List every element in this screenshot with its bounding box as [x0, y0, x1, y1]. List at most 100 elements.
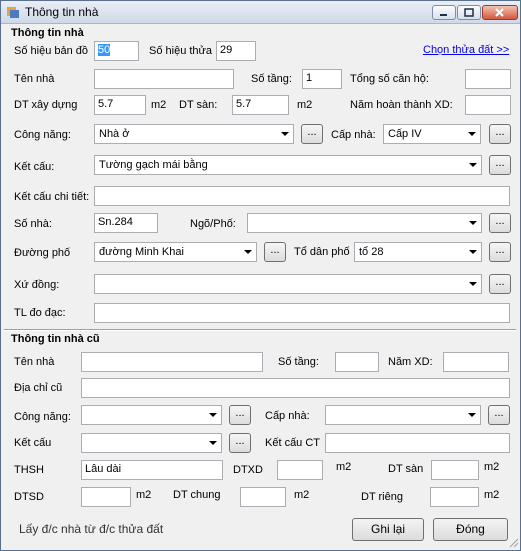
app-icon	[7, 7, 19, 18]
alley-select[interactable]	[247, 213, 482, 233]
survey-label: TL đo đạc:	[14, 307, 66, 319]
built-area-input[interactable]: 5.7	[94, 95, 146, 115]
old-grade-label: Cấp nhà:	[265, 410, 310, 422]
dtxd-label: DTXD	[233, 464, 263, 476]
dt-rieng-unit: m2	[484, 489, 500, 501]
chevron-down-icon	[240, 243, 256, 261]
chevron-down-icon	[465, 243, 481, 261]
close-button[interactable]: Đóng	[433, 518, 508, 541]
old-address-label: Địa chỉ cũ	[14, 382, 63, 394]
parcel-label: Số hiệu thửa	[149, 45, 213, 57]
close-icon	[495, 8, 504, 17]
chevron-down-icon	[464, 125, 480, 143]
maximize-button[interactable]	[457, 5, 481, 20]
ward-select[interactable]	[94, 274, 482, 294]
save-button[interactable]: Ghi lại	[352, 518, 424, 541]
alley-browse-button[interactable]: ...	[489, 213, 511, 233]
choose-parcel-link[interactable]: Chọn thửa đất >>	[423, 44, 509, 56]
residential-group-label: Tổ dân phố	[294, 246, 350, 258]
street-select[interactable]: đường Minh Khai	[94, 242, 257, 262]
ward-label: Xứ đồng:	[14, 279, 60, 291]
apartments-label: Tổng số căn hộ:	[350, 73, 429, 85]
old-address-input[interactable]	[81, 378, 510, 398]
floor-area-label: DT sàn:	[179, 99, 218, 111]
survey-input[interactable]	[94, 303, 510, 323]
floors-input[interactable]: 1	[302, 69, 342, 89]
dt-san-input[interactable]	[431, 460, 479, 480]
dtsd-unit: m2	[136, 489, 152, 501]
old-house-info-heading: Thông tin nhà cũ	[11, 333, 100, 345]
close-window-button[interactable]	[482, 5, 518, 20]
thsh-label: THSH	[14, 464, 44, 476]
title-bar[interactable]: Thông tin nhà	[1, 1, 520, 24]
structure-label: Kết cấu:	[14, 161, 55, 173]
floor-area-unit: m2	[297, 99, 313, 111]
chevron-down-icon	[205, 406, 221, 424]
old-structure-select[interactable]	[81, 433, 222, 453]
residential-group-browse-button[interactable]: ...	[489, 242, 511, 262]
street-label: Đường phố	[14, 247, 71, 259]
dt-rieng-input[interactable]	[430, 487, 479, 507]
old-structure-label: Kết cấu	[14, 437, 52, 449]
old-floors-label: Số tầng:	[278, 356, 319, 368]
dt-chung-input[interactable]	[240, 487, 286, 507]
floor-area-input[interactable]: 5.7	[232, 95, 289, 115]
old-grade-select[interactable]	[325, 405, 481, 425]
old-year-label: Năm XD:	[388, 356, 433, 368]
resize-grip-icon[interactable]	[507, 536, 519, 548]
dtxd-input[interactable]	[277, 460, 323, 480]
structure-detail-input[interactable]	[94, 186, 510, 206]
old-house-name-input[interactable]	[81, 352, 263, 372]
alley-label: Ngõ/Phố:	[190, 218, 236, 230]
chevron-down-icon	[465, 214, 481, 232]
old-floors-input[interactable]	[335, 352, 379, 372]
dtxd-unit: m2	[336, 461, 352, 473]
chevron-down-icon	[465, 275, 481, 293]
status-text: Lấy đ/c nhà từ đ/c thửa đất	[19, 522, 164, 536]
structure-browse-button[interactable]: ...	[489, 155, 511, 175]
dtsd-label: DTSD	[14, 491, 44, 503]
ward-browse-button[interactable]: ...	[489, 274, 511, 294]
function-browse-button[interactable]: ...	[301, 124, 323, 144]
structure-detail-label: Kết cấu chi tiết:	[14, 191, 90, 203]
old-grade-browse-button[interactable]: ...	[488, 405, 510, 425]
built-area-unit: m2	[151, 99, 167, 111]
floors-label: Số tầng:	[251, 73, 292, 85]
thsh-input[interactable]: Lâu dài	[81, 460, 223, 480]
completed-year-label: Năm hoàn thành XD:	[350, 99, 453, 111]
street-browse-button[interactable]: ...	[264, 242, 286, 262]
old-structure-browse-button[interactable]: ...	[229, 433, 251, 453]
house-name-input[interactable]	[94, 69, 234, 89]
grade-select[interactable]: Cấp IV	[383, 124, 481, 144]
old-function-browse-button[interactable]: ...	[229, 405, 251, 425]
residential-group-select[interactable]: tổ 28	[354, 242, 482, 262]
grade-browse-button[interactable]: ...	[489, 124, 511, 144]
minimize-button[interactable]	[432, 5, 456, 20]
chevron-down-icon	[277, 125, 293, 143]
function-label: Công năng:	[14, 129, 71, 141]
apartments-input[interactable]	[465, 69, 511, 89]
dt-chung-label: DT chung	[173, 489, 221, 501]
house-info-window: Thông tin nhà Thông tin nhà Số hiệu bản …	[0, 0, 521, 551]
dt-chung-unit: m2	[294, 489, 310, 501]
house-number-input[interactable]: Sn.284	[94, 213, 158, 233]
chevron-down-icon	[205, 434, 221, 452]
dtsd-input[interactable]	[81, 487, 131, 507]
map-sheet-input[interactable]: 50	[94, 41, 139, 61]
old-year-input[interactable]	[443, 352, 509, 372]
function-select[interactable]: Nhà ở	[94, 124, 294, 144]
house-number-label: Số nhà:	[14, 218, 52, 230]
dt-san-label: DT sàn	[388, 463, 424, 475]
old-function-select[interactable]	[81, 405, 222, 425]
window-title: Thông tin nhà	[25, 5, 99, 19]
maximize-icon	[464, 8, 474, 17]
old-structure-ct-input[interactable]	[325, 433, 510, 453]
structure-select[interactable]: Tường gạch mái bằng	[94, 155, 482, 175]
dt-san-unit: m2	[484, 461, 500, 473]
completed-year-input[interactable]	[465, 95, 511, 115]
old-house-name-label: Tên nhà	[14, 356, 55, 368]
grade-label: Cấp nhà:	[331, 129, 376, 141]
parcel-input[interactable]: 29	[216, 41, 256, 61]
dt-rieng-label: DT riêng	[361, 491, 403, 503]
chevron-down-icon	[464, 406, 480, 424]
